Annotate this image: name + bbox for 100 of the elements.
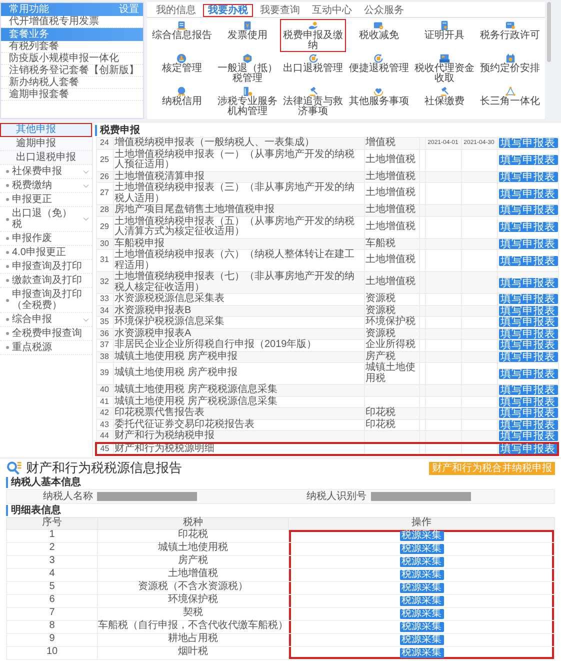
menu-item[interactable]: 4.0申报更正 <box>0 246 92 260</box>
fill-form-button[interactable]: 填写申报表 <box>498 222 558 232</box>
shield-icon <box>242 53 253 64</box>
menu-item-label: 4.0申报更正 <box>12 247 67 258</box>
service-tile[interactable]: 税费申报及缴纳 <box>280 19 346 52</box>
menu-item-label: 缴款查询及打印 <box>12 275 83 286</box>
circular-arrow-icon <box>373 53 384 64</box>
service-tile[interactable]: 预约定价安排 <box>477 52 543 85</box>
table-cell: 40 <box>96 384 113 396</box>
service-tile[interactable]: 税收减免 <box>346 19 412 52</box>
fill-form-button[interactable]: 填写申报表 <box>498 340 558 350</box>
fill-form-button[interactable]: 填写申报表 <box>498 205 558 216</box>
fill-form-button[interactable]: 填写申报表 <box>498 444 558 454</box>
fill-form-button[interactable]: 填写申报表 <box>498 138 558 148</box>
table-cell: 42 <box>96 408 113 419</box>
fill-form-button[interactable]: 填写申报表 <box>498 368 558 378</box>
service-label: 证明开具 <box>424 31 464 41</box>
card-icon <box>373 20 384 31</box>
service-label: 税收代理资金收取 <box>414 64 476 84</box>
fill-form-button[interactable]: 填写申报表 <box>498 385 558 396</box>
menu-item[interactable]: 注销税务登记套餐【创新版】 <box>1 65 143 77</box>
fill-form-button[interactable]: 填写申报表 <box>498 328 558 339</box>
table-cell: 2 <box>6 542 98 555</box>
table-cell: 资源税 <box>366 304 396 316</box>
menu-item[interactable]: 税费缴纳 <box>0 179 92 193</box>
fill-form-button[interactable]: 填写申报表 <box>498 278 558 288</box>
tab[interactable]: 我要办税 <box>203 4 253 17</box>
menu-item[interactable]: 出口退（免）税 <box>0 207 92 232</box>
menu-item[interactable]: 防疫版小规模申报一体化 <box>1 53 143 65</box>
menu-item[interactable]: 有税列套餐 <box>1 41 143 53</box>
service-tile[interactable]: 一般退（抵）税管理 <box>214 52 280 85</box>
tab[interactable]: 我的信息 <box>151 4 201 17</box>
table-cell: 水资源税申报表B <box>113 305 364 316</box>
menu-item[interactable]: 申报更正 <box>0 193 92 207</box>
menu-header[interactable]: 常用功能 设置 <box>1 3 143 16</box>
service-label: 法律追责与救济事项 <box>282 97 344 117</box>
collect-source-button[interactable]: 税源采集 <box>400 530 444 540</box>
service-tile[interactable]: 便捷退税管理 <box>346 52 412 85</box>
service-tile[interactable]: 综合信息报告 <box>149 19 215 52</box>
service-tile[interactable]: 法律追责与救济事项 <box>280 85 346 118</box>
service-label: 税收减免 <box>358 31 399 41</box>
menu-item[interactable]: 社保费申报 <box>0 165 92 179</box>
menu-header[interactable]: 套餐业务 <box>1 28 143 41</box>
fill-form-button[interactable]: 填写申报表 <box>498 188 558 198</box>
menu-item[interactable]: 重点税源 <box>0 341 92 355</box>
fill-form-button[interactable]: 填写申报表 <box>498 306 558 316</box>
fill-form-button[interactable]: 填写申报表 <box>498 352 558 362</box>
menu-item[interactable]: 逾期申报套餐 <box>1 89 143 101</box>
service-tile[interactable]: 发票使用 <box>214 19 280 52</box>
tab[interactable]: 我要查询 <box>255 4 305 17</box>
service-tile[interactable]: 核定管理 <box>149 52 215 85</box>
table-cell: 水资源税税源信息采集表 <box>113 294 364 305</box>
table-cell: 10 <box>6 646 98 659</box>
service-tile[interactable]: 税务行政许可 <box>477 19 543 52</box>
table-cell: 38 <box>96 351 113 362</box>
menu-item[interactable]: 缴款查询及打印 <box>0 274 92 288</box>
bullet-icon <box>6 346 9 349</box>
menu-item[interactable]: 申报查询及打印（全税费） <box>0 288 92 313</box>
table-cell: 车船税（自行申报，不含代收代缴车船税） <box>98 620 288 633</box>
menu-item[interactable]: 出口退税申报 <box>0 151 92 165</box>
fill-form-button[interactable]: 填写申报表 <box>498 238 558 249</box>
menu-item[interactable]: 全税费申报查询 <box>0 327 92 341</box>
field-label: 纳税人识别号 <box>306 491 368 502</box>
menu-item[interactable]: 其他申报 <box>0 123 92 137</box>
fill-form-button[interactable]: 填写申报表 <box>498 294 558 304</box>
tab[interactable]: 互动中心 <box>307 4 357 17</box>
gavel-icon <box>438 86 450 97</box>
fill-form-button[interactable]: 填写申报表 <box>498 431 558 442</box>
fill-form-button[interactable]: 填写申报表 <box>498 155 558 165</box>
fill-form-button[interactable]: 填写申报表 <box>498 408 558 418</box>
fill-form-button[interactable]: 填写申报表 <box>498 256 558 266</box>
document-icon <box>176 20 188 31</box>
table-cell: 土地增值税纳税申报表（七）（非从事房地产开发的纳税人核定征收适用） <box>113 272 364 294</box>
tab[interactable]: 公众服务 <box>359 4 409 17</box>
table-cell: 房地产项目尾盘销售土地增值税申报 <box>113 204 364 216</box>
service-tile[interactable]: 税收代理资金收取 <box>412 52 478 85</box>
service-tile[interactable]: 社保缴费 <box>412 85 478 118</box>
fill-form-button[interactable]: 填写申报表 <box>498 420 558 430</box>
table-cell: 29 <box>96 216 113 238</box>
menu-item[interactable]: 新办纳税人套餐 <box>1 77 143 89</box>
fill-form-button[interactable]: 填写申报表 <box>498 317 558 328</box>
fill-form-button[interactable]: 填写申报表 <box>498 396 558 407</box>
table-cell: 9 <box>6 633 98 646</box>
menu-item-label: 出口退（免）税 <box>12 208 73 230</box>
table-cell: 增值税 <box>366 137 396 148</box>
service-label: 综合信息报告 <box>152 31 212 41</box>
menu-item[interactable]: 综合申报 <box>0 313 92 327</box>
table-cell: 增值税纳税申报表（一般纳税人、一表集成） <box>113 138 364 149</box>
menu-header-title: 套餐业务 <box>9 29 49 40</box>
menu-item[interactable]: 申报作废 <box>0 232 92 246</box>
service-tile[interactable]: 长三角一体化 <box>477 85 543 118</box>
service-tile[interactable]: 证明开具 <box>412 19 478 52</box>
service-tile[interactable]: 涉税专业服务机构管理 <box>214 85 280 118</box>
scrollbar[interactable] <box>547 2 551 62</box>
menu-item[interactable]: 申报查询及打印 <box>0 260 92 274</box>
menu-item[interactable]: 逾期申报 <box>0 137 92 151</box>
service-tile[interactable]: 出口退税管理 <box>280 52 346 85</box>
fill-form-button[interactable]: 填写申报表 <box>498 172 558 182</box>
service-tile[interactable]: 其他服务事项 <box>346 85 412 118</box>
service-tile[interactable]: 纳税信用 <box>149 85 215 118</box>
